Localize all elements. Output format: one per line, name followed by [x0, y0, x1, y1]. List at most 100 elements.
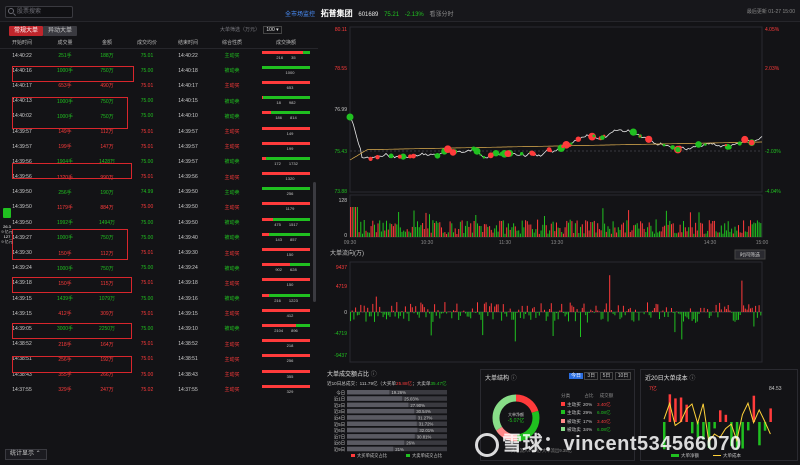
struct-tab-10d[interactable]: 10日 [614, 372, 632, 380]
ratio-legend-swatch [406, 454, 410, 457]
turnover-buy-value: 475 [274, 221, 281, 227]
flow-bar [605, 303, 607, 312]
trend-link[interactable]: 看涨分时 [429, 12, 453, 18]
table-row[interactable]: 14:39:18 150手 115万 75.01 14:39:18 主动买 150 [0, 276, 318, 291]
col-amount[interactable]: 金额 [86, 38, 128, 49]
table-row[interactable]: 14:39:05 3000手 2250万 75.00 14:39:10 被动卖 2104 89… [0, 321, 318, 336]
table-row[interactable]: 14:38:52 218手 164万 75.01 14:38:52 主动买 218 [0, 337, 318, 352]
cost-bar [758, 422, 761, 446]
table-row[interactable]: 14:38:43 355手 266万 75.00 14:38:43 主动买 355 [0, 367, 318, 382]
table-scrollbar[interactable] [313, 182, 316, 302]
volume-bar [475, 215, 477, 237]
volume-bar [514, 226, 516, 237]
table-row[interactable]: 14:40:02 1000手 750万 75.00 14:40:10 被动卖 186 814 [0, 109, 318, 124]
cost-bar [685, 404, 688, 422]
col-avg-price[interactable]: 成交均价 [128, 38, 166, 49]
volume-bar [566, 220, 568, 237]
flow-bar [664, 312, 666, 317]
big-order-dot [645, 135, 653, 143]
table-row[interactable]: 14:39:15 412手 309万 75.01 14:39:15 主动买 412 [0, 306, 318, 321]
table-row[interactable]: 14:39:56 1320手 990万 75.01 14:39:56 主动买 1320 [0, 170, 318, 185]
turnover-bar: 2104 896 [262, 323, 310, 334]
volume-bar [468, 226, 470, 237]
table-row[interactable]: 14:39:57 199手 147万 75.01 14:39:57 主动买 199 [0, 139, 318, 154]
turnover-bar: 150 [262, 278, 310, 288]
cost-y-left: 7亿 [649, 385, 657, 392]
flow-bar [401, 311, 403, 312]
volume-bar [713, 220, 715, 237]
table-row[interactable]: 14:39:27 1000手 750万 75.00 14:39:40 被动卖 143 857 [0, 230, 318, 245]
table-row[interactable]: 14:39:30 150手 112万 75.01 14:39:30 主动买 150 [0, 245, 318, 260]
volume-bar [358, 232, 360, 237]
col-turnover[interactable]: 成交换额 [254, 38, 318, 49]
volume-bar [688, 227, 690, 237]
time-tick: 13:30 [551, 240, 564, 246]
big-order-dot [724, 144, 727, 147]
tab-normal-big-orders[interactable]: 常规大单 [9, 26, 44, 36]
table-row[interactable]: 14:39:56 1904手 1428万 75.00 14:39:57 被动卖 172 173… [0, 154, 318, 169]
volume-bar [665, 210, 667, 237]
volume-bar [379, 220, 381, 237]
struct-tab-3d[interactable]: 3日 [584, 372, 599, 380]
volume-bar [755, 223, 757, 237]
table-row[interactable]: 14:39:15 1439手 1079万 75.00 14:39:16 被动卖 216 122… [0, 291, 318, 306]
turnover-sell-value: 1320 [285, 176, 295, 182]
struct-tab-today[interactable]: 今日 [569, 373, 584, 379]
col-start-time[interactable]: 开始时间 [0, 38, 44, 49]
table-row[interactable]: 14:39:24 1000手 750万 75.00 14:39:24 被动卖 902 628 [0, 261, 318, 276]
flow-bar [585, 312, 587, 316]
turnover-sell-value: 256 [286, 191, 294, 197]
table-row[interactable]: 14:39:50 1992手 1494万 75.00 14:39:50 被动卖 475 151… [0, 215, 318, 230]
cell-avg-price: 75.00 [140, 234, 154, 241]
table-row[interactable]: 14:40:13 1000手 750万 75.00 14:40:15 被动卖 18 982 [0, 94, 318, 109]
volume-bar [631, 230, 633, 237]
price-axis-left: 80.11 78.55 76.99 75.43 73.88 [334, 27, 347, 195]
volume-bar [710, 223, 712, 237]
flow-bar [695, 312, 697, 323]
volume-bar [562, 233, 564, 237]
cell-end-time: 14:39:15 [178, 310, 198, 317]
turnover-sell-value: 982 [288, 100, 296, 106]
ratio-day-label: 今日 [336, 389, 345, 396]
turnover-bar-green [262, 172, 310, 176]
filter-select[interactable]: 100 ▾ [263, 26, 282, 34]
table-row[interactable]: 14:40:16 1000手 750万 75.00 14:40:18 被动卖 1000 [0, 63, 318, 78]
structure-legend-header: 分类 占比 成交额 [561, 392, 613, 401]
col-type[interactable]: 综合性质 [210, 38, 254, 49]
help-icon[interactable]: ⓘ [511, 376, 517, 382]
turnover-bar-green [262, 384, 310, 388]
table-row[interactable]: 14:40:17 653手 490万 75.01 14:40:17 主动买 653 [0, 78, 318, 93]
side-summary-widget[interactable]: 26.3 9 亿元 127 9 亿元 [0, 208, 14, 244]
cell-end-time: 14:39:24 [178, 265, 198, 272]
price-tick: 78.55 [334, 66, 347, 72]
flow-bar [626, 311, 628, 312]
market-monitor-link[interactable]: 全市场监控 [285, 12, 315, 18]
cell-avg-price: 75.01 [140, 52, 154, 59]
turnover-values: 218 [262, 343, 310, 348]
stats-display-button[interactable]: 统计显示 ⌃ [5, 449, 47, 460]
volume-bar [478, 225, 480, 237]
legend-swatch [561, 401, 565, 406]
table-row[interactable]: 14:39:50 256手 190万 74.99 14:39:50 主动卖 256 [0, 185, 318, 200]
turnover-bar-green [303, 50, 310, 54]
help-icon[interactable]: ⓘ [371, 372, 377, 378]
turnover-bar-red [262, 323, 296, 327]
volume-bar [360, 221, 362, 237]
volume-bar [552, 221, 554, 237]
tab-abnormal-big-orders[interactable]: 异动大单 [43, 26, 78, 36]
volume-bar [473, 221, 475, 237]
col-volume[interactable]: 成交量 [44, 38, 86, 49]
table-row[interactable]: 14:38:51 256手 192万 75.01 14:38:51 主动买 256 [0, 352, 318, 367]
col-end-time[interactable]: 结束时间 [166, 38, 210, 49]
struct-tab-5d[interactable]: 5日 [599, 372, 614, 380]
table-row[interactable]: 14:39:57 149手 112万 75.01 14:39:57 主动买 149 [0, 124, 318, 139]
stock-search-input[interactable]: 股票搜索 [5, 6, 73, 18]
turnover-bar-green [263, 96, 310, 100]
flow-bar [556, 312, 557, 314]
table-row[interactable]: 14:39:50 1179手 884万 75.00 14:39:50 主动买 1179 [0, 200, 318, 215]
turnover-sell-value: 896 [291, 327, 298, 333]
flow-bar [377, 312, 379, 317]
volume-bar [647, 227, 648, 237]
table-row[interactable]: 14:37:55 329手 247万 75.02 14:37:55 主动买 329 [0, 382, 318, 397]
table-row[interactable]: 14:40:22 251手 188万 75.01 14:40:22 主动买 216 35 [0, 48, 318, 63]
